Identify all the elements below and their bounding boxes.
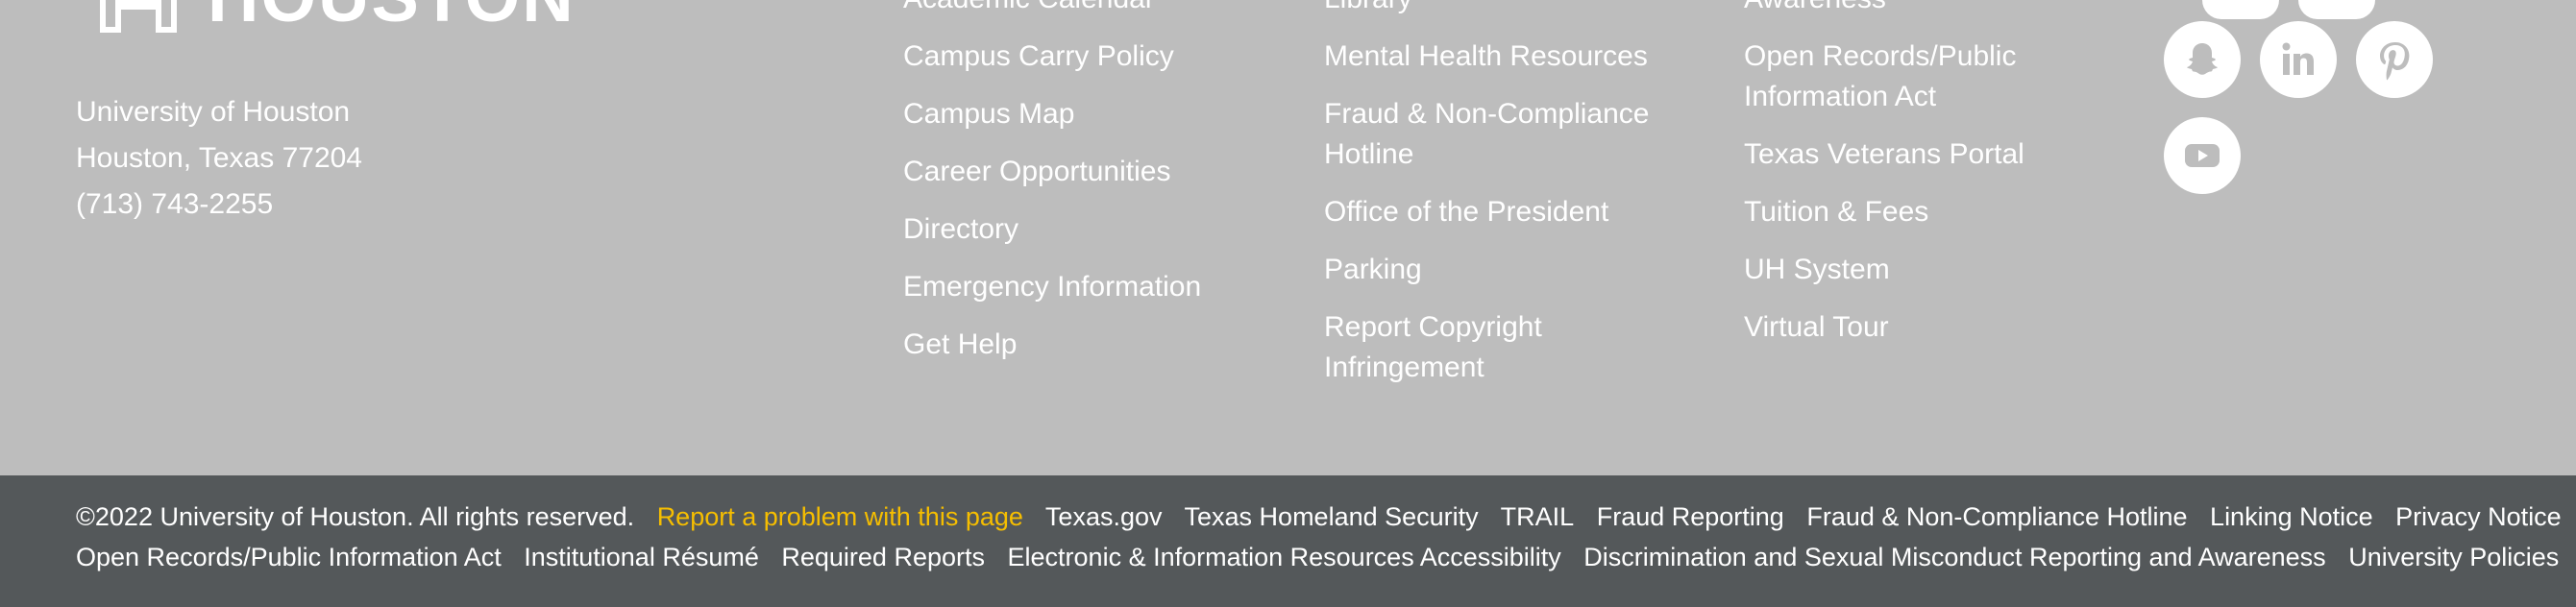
link-emergency-information[interactable]: Emergency Information [903, 267, 1288, 307]
report-problem-link[interactable]: Report a problem with this page [657, 502, 1023, 531]
footer-upper: HOUSTON University of Houston Houston, T… [0, 0, 2576, 475]
pinterest-icon[interactable] [2356, 21, 2433, 98]
link-texas-gov[interactable]: Texas.gov [1045, 502, 1163, 531]
link-get-help[interactable]: Get Help [903, 325, 1288, 365]
links-column-3: Awareness Open Records/Public Informatio… [1744, 0, 2128, 365]
footer-line-2: Open Records/Public Information Act Inst… [76, 543, 2574, 572]
link-texas-veterans-portal[interactable]: Texas Veterans Portal [1744, 134, 2128, 175]
link-tuition-fees[interactable]: Tuition & Fees [1744, 192, 2128, 232]
link-institutional-resume[interactable]: Institutional Résumé [524, 543, 759, 571]
address-block: University of Houston Houston, Texas 772… [76, 89, 362, 228]
uh-logo[interactable]: HOUSTON [96, 0, 576, 33]
youtube-icon[interactable] [2164, 117, 2241, 194]
link-career-opportunities[interactable]: Career Opportunities [903, 152, 1288, 192]
link-university-policies[interactable]: University Policies [2348, 543, 2559, 571]
uh-logo-mark-icon [100, 0, 177, 33]
linkedin-icon[interactable] [2260, 21, 2337, 98]
youtube-glyph [2185, 144, 2220, 167]
link-virtual-tour[interactable]: Virtual Tour [1744, 307, 2128, 348]
address-line-city: Houston, Texas 77204 [76, 142, 362, 174]
linkedin-glyph [2282, 42, 2314, 75]
link-campus-carry-policy[interactable]: Campus Carry Policy [903, 36, 1288, 77]
pinterest-glyph [2380, 42, 2410, 81]
link-open-records[interactable]: Open Records/Public Information Act [1744, 36, 2128, 117]
link-required-reports[interactable]: Required Reports [781, 543, 985, 571]
social-icon-partial[interactable] [2298, 0, 2375, 19]
link-fraud-reporting[interactable]: Fraud Reporting [1597, 502, 1784, 531]
snapchat-icon[interactable] [2164, 21, 2241, 98]
link-discrimination-reporting[interactable]: Discrimination and Sexual Misconduct Rep… [1583, 543, 2325, 571]
links-column-1: Academic Calendar Campus Carry Policy Ca… [903, 0, 1288, 382]
link-academic-calendar[interactable]: Academic Calendar [903, 0, 1288, 19]
link-trail[interactable]: TRAIL [1501, 502, 1575, 531]
logo-wordmark: HOUSTON [208, 0, 576, 33]
link-campus-map[interactable]: Campus Map [903, 94, 1288, 134]
link-texas-homeland-security[interactable]: Texas Homeland Security [1185, 502, 1479, 531]
link-office-of-president[interactable]: Office of the President [1324, 192, 1708, 232]
link-accessibility[interactable]: Electronic & Information Resources Acces… [1008, 543, 1561, 571]
social-icon-partial[interactable] [2202, 0, 2279, 19]
link-fraud-noncompliance-hotline[interactable]: Fraud & Non-Compliance Hotline [1806, 502, 2187, 531]
snapchat-glyph [2187, 43, 2218, 75]
link-privacy-notice[interactable]: Privacy Notice [2395, 502, 2562, 531]
link-mental-health-resources[interactable]: Mental Health Resources [1324, 36, 1708, 77]
link-open-records-footer[interactable]: Open Records/Public Information Act [76, 543, 502, 571]
legal-footer: ©2022 University of Houston. All rights … [0, 475, 2576, 607]
link-report-copyright[interactable]: Report Copyright Infringement [1324, 307, 1708, 388]
link-uh-system[interactable]: UH System [1744, 250, 2128, 290]
address-line-university: University of Houston [76, 96, 351, 128]
footer-line-1: ©2022 University of Houston. All rights … [76, 502, 2576, 532]
link-fraud-hotline[interactable]: Fraud & Non-Compliance Hotline [1324, 94, 1708, 175]
copyright-text: ©2022 University of Houston. All rights … [76, 502, 635, 531]
link-linking-notice[interactable]: Linking Notice [2210, 502, 2373, 531]
links-column-2: Library Mental Health Resources Fraud & … [1324, 0, 1708, 405]
link-library[interactable]: Library [1324, 0, 1708, 19]
address-phone: (713) 743-2255 [76, 188, 274, 220]
link-directory[interactable]: Directory [903, 209, 1288, 250]
link-parking[interactable]: Parking [1324, 250, 1708, 290]
link-awareness[interactable]: Awareness [1744, 0, 2128, 19]
